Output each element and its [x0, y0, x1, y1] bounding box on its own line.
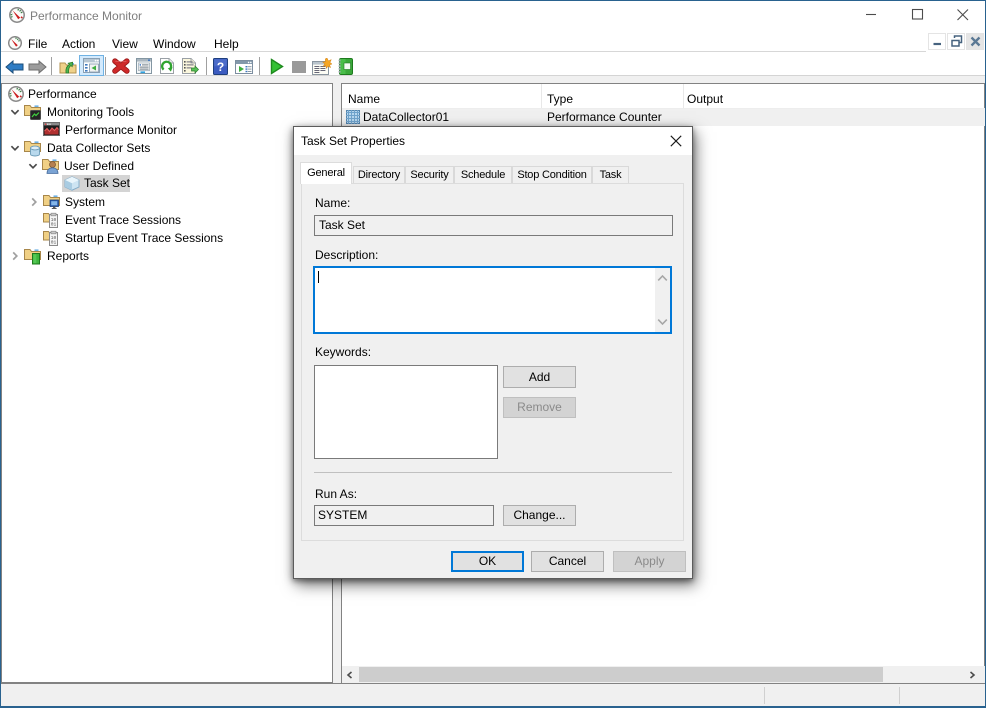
svg-text:01: 01	[51, 240, 57, 246]
svg-text:01: 01	[51, 222, 57, 228]
